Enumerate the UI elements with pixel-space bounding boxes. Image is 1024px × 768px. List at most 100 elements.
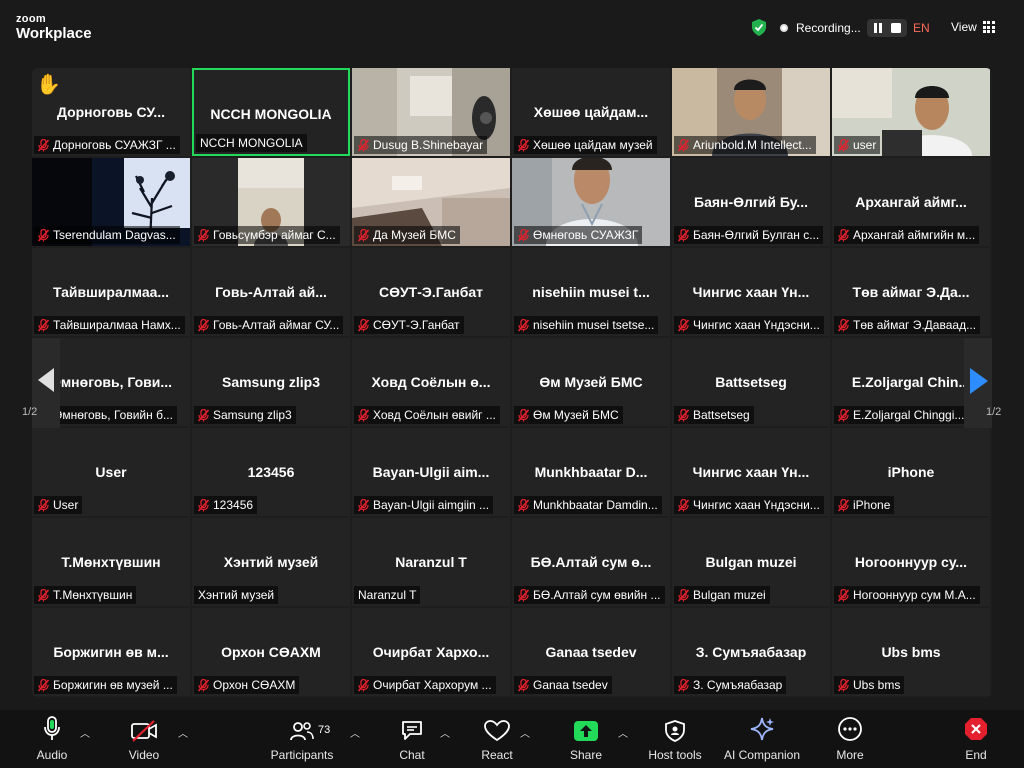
- participants-options-chevron-icon[interactable]: ︿: [350, 725, 360, 740]
- shield-check-icon[interactable]: [752, 19, 766, 36]
- participant-label-text: З. Сумъяабазар: [693, 678, 783, 692]
- participant-name-label: Да Музей БМС: [354, 226, 460, 244]
- participant-tile[interactable]: Battsetseg Battsetseg: [672, 338, 830, 426]
- participant-tile[interactable]: Т.Мөнхтүвшин Т.Мөнхтүвшин: [32, 518, 190, 606]
- participant-tile[interactable]: Өмнөговь СУАЖЗГ: [512, 158, 670, 246]
- participant-tile[interactable]: Хэнтий музей Хэнтий музей: [192, 518, 350, 606]
- chat-button[interactable]: Chat: [396, 710, 428, 768]
- muted-microphone-icon: [678, 138, 689, 152]
- video-button[interactable]: Video: [124, 710, 164, 768]
- participant-display-name: Чингис хаан Үн...: [692, 284, 810, 300]
- chat-options-chevron-icon[interactable]: ︿: [440, 725, 450, 740]
- more-button[interactable]: More: [832, 710, 868, 768]
- muted-microphone-icon: [838, 588, 849, 602]
- participant-tile[interactable]: Munkhbaatar D... Munkhbaatar Damdin...: [512, 428, 670, 516]
- audio-options-chevron-icon[interactable]: ︿: [80, 725, 90, 740]
- participant-name-label: Тайвширалмаа Намх...: [34, 316, 185, 334]
- participant-label-text: Ховд Соёлын өвийг ...: [373, 408, 496, 422]
- participant-tile[interactable]: nisehiin musei t... nisehiin musei tsetse…: [512, 248, 670, 336]
- participant-tile[interactable]: З. Сумъяабазар З. Сумъяабазар: [672, 608, 830, 696]
- participant-tile[interactable]: Bayan-Ulgii aim... Bayan-Ulgii aimgiin ..…: [352, 428, 510, 516]
- language-button[interactable]: EN: [913, 21, 930, 35]
- audio-button[interactable]: Audio: [32, 710, 72, 768]
- page-indicator-left: 1/2: [22, 406, 38, 418]
- muted-microphone-icon: [198, 318, 209, 332]
- react-button[interactable]: React: [478, 710, 516, 768]
- participant-tile[interactable]: User User: [32, 428, 190, 516]
- recording-indicator[interactable]: Recording...: [780, 18, 907, 38]
- participant-tile[interactable]: Орхон СӨАХМ Орхон СӨАХМ: [192, 608, 350, 696]
- host-tools-button[interactable]: Host tools: [646, 710, 704, 768]
- participant-display-name: iPhone: [887, 464, 935, 480]
- participant-tile[interactable]: Samsung zlip3 Samsung zlip3: [192, 338, 350, 426]
- participant-name-label: Т.Мөнхтүвшин: [34, 586, 137, 604]
- participant-tile[interactable]: Ariunbold.M Intellect...: [672, 68, 830, 156]
- participant-tile[interactable]: Bulgan muzei Bulgan muzei: [672, 518, 830, 606]
- participant-tile[interactable]: Ganaa tsedev Ganaa tsedev: [512, 608, 670, 696]
- participant-tile[interactable]: Ховд Соёлын ө... Ховд Соёлын өвийг ...: [352, 338, 510, 426]
- participant-display-name: Battsetseg: [715, 374, 787, 390]
- participant-name-label: СӨУТ-Э.Ганбат: [354, 316, 464, 334]
- participant-tile[interactable]: Тайвширалмаа... Тайвширалмаа Намх...: [32, 248, 190, 336]
- participant-tile[interactable]: 123456 123456: [192, 428, 350, 516]
- participants-icon: [289, 710, 315, 742]
- participant-tile[interactable]: Хөшөө цайдам... Хөшөө цайдам музей: [512, 68, 670, 156]
- participant-tile[interactable]: user: [832, 68, 990, 156]
- participant-tile[interactable]: Говьсүмбэр аймаг С...: [192, 158, 350, 246]
- participant-tile[interactable]: ✋ Дорноговь СУ... Дорноговь СУАЖЗГ ...: [32, 68, 190, 156]
- participant-tile[interactable]: БӨ.Алтай сум ө... БӨ.Алтай сум өвийн ...: [512, 518, 670, 606]
- video-off-icon: [130, 710, 158, 742]
- participant-display-name: СӨУТ-Э.Ганбат: [378, 284, 484, 300]
- participant-name-label: Хөшөө цайдам музей: [514, 136, 657, 154]
- share-options-chevron-icon[interactable]: ︿: [618, 725, 628, 740]
- participant-tile[interactable]: Боржигин өв м... Боржигин өв музей ...: [32, 608, 190, 696]
- participant-label-text: Дорноговь СУАЖЗГ ...: [53, 138, 176, 152]
- participant-label-text: Өм Музей БМС: [533, 408, 619, 422]
- participant-label-text: Өмнөговь СУАЖЗГ: [533, 228, 639, 242]
- heart-icon: [484, 710, 510, 742]
- share-button[interactable]: Share: [568, 710, 604, 768]
- participant-tile[interactable]: Чингис хаан Үн... Чингис хаан Үндэсни...: [672, 428, 830, 516]
- share-label: Share: [569, 748, 603, 762]
- muted-microphone-icon: [678, 498, 689, 512]
- participant-display-name: Ховд Соёлын ө...: [371, 374, 491, 390]
- page-indicator-right: 1/2: [986, 406, 1002, 418]
- participant-display-name: NCCH MONGOLIA: [210, 106, 332, 122]
- participant-display-name: Bulgan muzei: [705, 554, 797, 570]
- participant-name-label: Battsetseg: [674, 406, 754, 424]
- participant-tile[interactable]: СӨУТ-Э.Ганбат СӨУТ-Э.Ганбат: [352, 248, 510, 336]
- participant-tile[interactable]: Naranzul T Naranzul T: [352, 518, 510, 606]
- participant-tile[interactable]: NCCH MONGOLIA NCCH MONGOLIA: [192, 68, 350, 156]
- participant-tile[interactable]: Tserendulam Dagvas...: [32, 158, 190, 246]
- participant-name-label: Bulgan muzei: [674, 586, 770, 604]
- participant-label-text: Архангай аймгийн м...: [853, 228, 976, 242]
- participants-button[interactable]: Participants: [270, 710, 334, 768]
- participant-tile[interactable]: iPhone iPhone: [832, 428, 990, 516]
- participant-tile[interactable]: Чингис хаан Үн... Чингис хаан Үндэсни...: [672, 248, 830, 336]
- view-button[interactable]: View: [951, 20, 995, 34]
- participant-display-name: Munkhbaatar D...: [534, 464, 648, 480]
- participant-tile[interactable]: Төв аймаг Э.Да... Төв аймаг Э.Даваад...: [832, 248, 990, 336]
- participant-tile[interactable]: Баян-Өлгий Бу... Баян-Өлгий Булган с...: [672, 158, 830, 246]
- participant-tile[interactable]: Ногооннуур су... Ногооннуур сум М.А...: [832, 518, 990, 606]
- pause-icon[interactable]: [871, 21, 885, 35]
- stop-icon[interactable]: [889, 21, 903, 35]
- end-meeting-button[interactable]: End: [958, 710, 994, 768]
- participant-label-text: Ganaa tsedev: [533, 678, 608, 692]
- ai-companion-button[interactable]: AI Companion: [722, 710, 802, 768]
- participant-tile[interactable]: Ubs bms Ubs bms: [832, 608, 990, 696]
- participant-tile[interactable]: Архангай аймг... Архангай аймгийн м...: [832, 158, 990, 246]
- meeting-toolbar: Audio ︿ Video ︿ Participants 73 ︿ Chat ︿…: [0, 710, 1024, 768]
- participant-tile[interactable]: Өм Музей БМС Өм Музей БМС: [512, 338, 670, 426]
- react-options-chevron-icon[interactable]: ︿: [520, 725, 530, 740]
- video-options-chevron-icon[interactable]: ︿: [178, 725, 188, 740]
- participant-tile[interactable]: Да Музей БМС: [352, 158, 510, 246]
- participant-tile[interactable]: Говь-Алтай ай... Говь-Алтай аймаг СУ...: [192, 248, 350, 336]
- ai-sparkle-icon: [749, 710, 775, 742]
- muted-microphone-icon: [518, 138, 529, 152]
- participant-label-text: Боржигин өв музей ...: [53, 678, 173, 692]
- participant-tile[interactable]: Dusug B.Shinebayar: [352, 68, 510, 156]
- participant-tile[interactable]: Очирбат Хархо... Очирбат Хархорум ...: [352, 608, 510, 696]
- participant-label-text: nisehiin musei tsetse...: [533, 318, 655, 332]
- microphone-icon: [43, 710, 61, 742]
